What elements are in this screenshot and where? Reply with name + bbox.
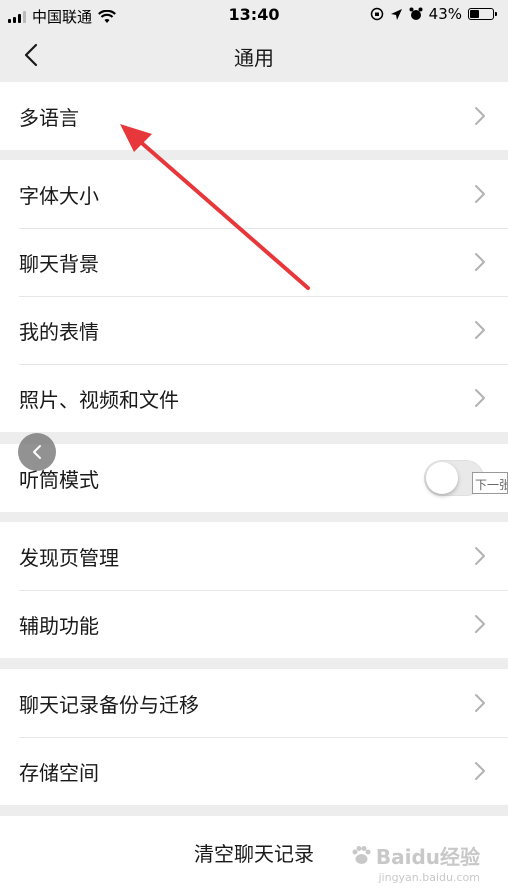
- list-item-label: 我的表情: [19, 319, 99, 344]
- list-item-accessibility[interactable]: 辅助功能: [0, 590, 508, 658]
- chevron-right-icon: [475, 762, 485, 780]
- watermark-url: jingyan.baidu.com: [378, 871, 480, 884]
- list-item-my-stickers[interactable]: 我的表情: [0, 296, 508, 364]
- list-item-label: 聊天背景: [19, 251, 99, 276]
- chevron-right-icon: [475, 547, 485, 565]
- nav-bar: 通用: [0, 30, 508, 80]
- settings-group-features: 发现页管理 辅助功能: [0, 522, 508, 658]
- watermark-brand: Baidu经验: [375, 845, 480, 869]
- list-item-language[interactable]: 多语言: [0, 82, 508, 150]
- list-item-label: 字体大小: [19, 183, 99, 208]
- list-item-label: 发现页管理: [19, 545, 119, 570]
- battery-icon: [468, 8, 497, 20]
- battery-percent: 43%: [428, 5, 462, 23]
- floating-back-button[interactable]: [18, 433, 56, 471]
- page-title: 通用: [234, 46, 274, 70]
- list-item-label: 多语言: [19, 105, 79, 130]
- list-item-chat-background[interactable]: 聊天背景: [0, 228, 508, 296]
- next-tooltip: 下一张: [472, 472, 508, 494]
- chevron-right-icon: [475, 185, 485, 203]
- settings-group-language: 多语言: [0, 82, 508, 150]
- list-item-chat-backup-migration[interactable]: 聊天记录备份与迁移: [0, 669, 508, 737]
- chevron-right-icon: [475, 321, 485, 339]
- settings-group-earpiece: 听筒模式 下一张: [0, 444, 508, 512]
- list-item-font-size[interactable]: 字体大小: [0, 160, 508, 228]
- list-item-label: 聊天记录备份与迁移: [19, 692, 199, 717]
- toggle-knob: [426, 462, 458, 494]
- clear-chat-history-label: 清空聊天记录: [194, 841, 314, 866]
- list-item-label: 辅助功能: [19, 613, 99, 638]
- chevron-right-icon: [475, 107, 485, 125]
- settings-group-display: 字体大小 聊天背景 我的表情 照片、视频和文件: [0, 160, 508, 432]
- chevron-left-icon: [33, 445, 41, 459]
- status-bar: 中国联通 13:40 43%: [0, 0, 508, 30]
- paw-icon: [352, 845, 371, 864]
- orientation-lock-icon: [370, 7, 383, 21]
- baidu-watermark: Baidu经验: [350, 841, 480, 870]
- list-item-earpiece-mode: 听筒模式 下一张: [0, 444, 508, 512]
- list-item-storage-space[interactable]: 存储空间: [0, 737, 508, 805]
- chevron-right-icon: [475, 389, 485, 407]
- alarm-icon: [409, 7, 423, 20]
- settings-group-storage: 聊天记录备份与迁移 存储空间: [0, 669, 508, 805]
- list-item-photos-videos-files[interactable]: 照片、视频和文件: [0, 364, 508, 432]
- list-item-discover-management[interactable]: 发现页管理: [0, 522, 508, 590]
- chevron-right-icon: [475, 694, 485, 712]
- chevron-right-icon: [475, 615, 485, 633]
- chevron-right-icon: [475, 253, 485, 271]
- location-icon: [390, 8, 402, 20]
- list-item-label: 存储空间: [19, 760, 99, 785]
- list-item-label: 照片、视频和文件: [19, 387, 179, 412]
